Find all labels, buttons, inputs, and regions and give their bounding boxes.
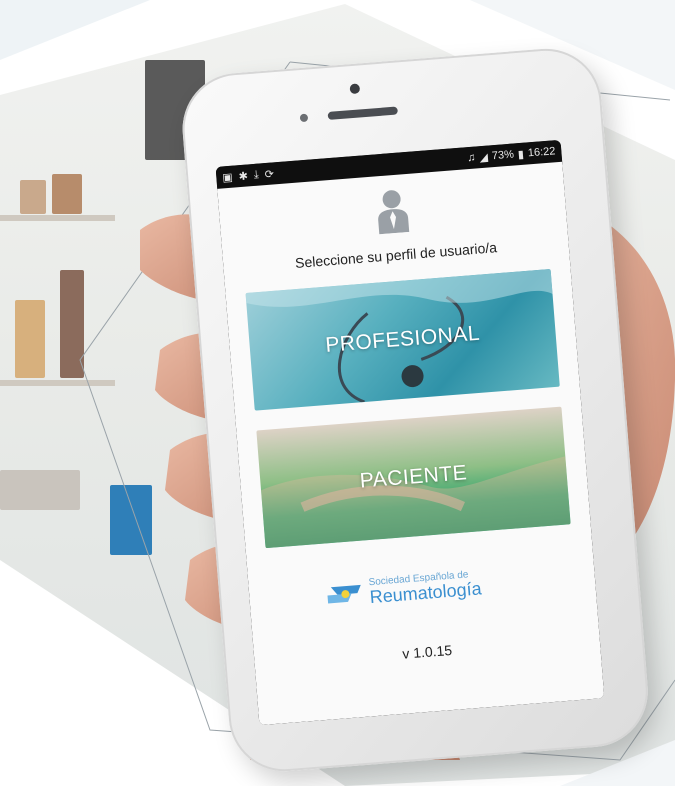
- ser-logo: Sociedad Española de Reumatología: [324, 569, 482, 609]
- shelf: [0, 380, 115, 386]
- shelf-object: [20, 180, 46, 214]
- mute-icon: ♫: [466, 151, 476, 165]
- profesional-button[interactable]: PROFESIONAL: [245, 268, 560, 411]
- shelf-object: [0, 470, 80, 510]
- battery-icon: ▮: [517, 148, 525, 161]
- app-version: v 1.0.15: [401, 641, 453, 662]
- shelf-object: [52, 174, 82, 214]
- phone: ▣ ✱ ⤓ ⟳ ♫ ◢ 73% ▮ 16:22 Seleccione su pe…: [178, 44, 653, 776]
- clock: 16:22: [527, 145, 556, 160]
- notification-icon: ▣: [221, 171, 234, 184]
- phone-screen: ▣ ✱ ⤓ ⟳ ♫ ◢ 73% ▮ 16:22 Seleccione su pe…: [215, 139, 605, 726]
- page-title: Seleccione su perfil de usuario/a: [294, 239, 498, 271]
- shelf: [0, 215, 115, 221]
- shelf-object: [60, 270, 84, 378]
- user-profile-icon: [378, 190, 410, 235]
- ser-logo-mark-icon: [327, 584, 361, 604]
- signal-icon: ◢: [479, 151, 489, 164]
- shelf-object: [15, 300, 45, 378]
- bluetooth-icon: ✱: [238, 169, 249, 183]
- sync-icon: ⟳: [264, 167, 275, 181]
- battery-percent: 73%: [491, 148, 515, 163]
- app-content: Seleccione su perfil de usuario/a PROFES…: [217, 161, 605, 726]
- paciente-button[interactable]: PACIENTE: [256, 406, 571, 549]
- download-icon: ⤓: [253, 168, 260, 181]
